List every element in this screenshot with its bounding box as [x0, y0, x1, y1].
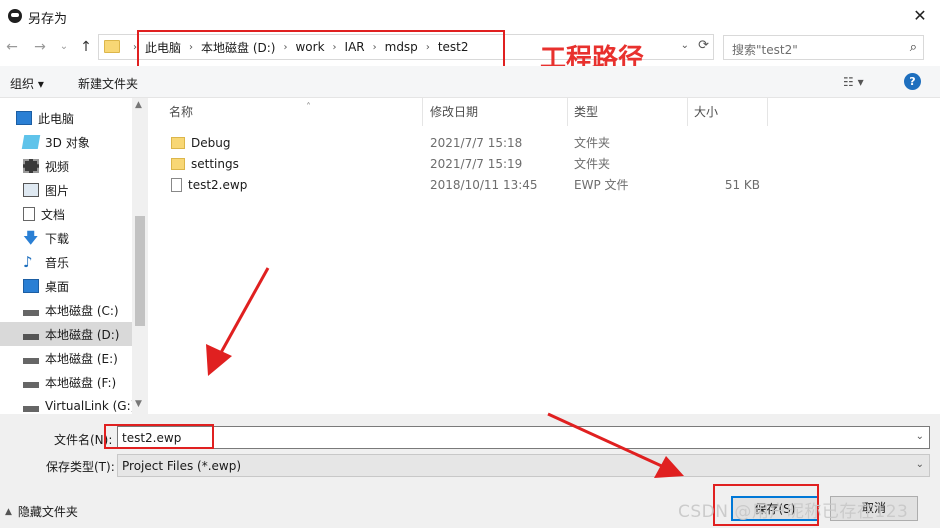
folder-icon — [171, 157, 185, 170]
file-type: 文件夹 — [574, 157, 611, 171]
file-row[interactable]: Debug 2021/7/7 15:18 文件夹 — [163, 132, 783, 153]
desktop-icon — [23, 279, 39, 293]
file-modified: 2018/10/11 13:45 — [430, 177, 538, 192]
address-dropdown-icon[interactable]: ⌄ — [681, 40, 689, 51]
chevron-down-icon[interactable]: ⌄ — [916, 459, 924, 470]
sidebar-item-label: 图片 — [45, 183, 70, 198]
forward-icon[interactable]: → — [30, 37, 50, 57]
sidebar-item-label: 下载 — [45, 231, 70, 246]
document-icon — [23, 207, 35, 221]
filename-highlight-box — [104, 424, 214, 449]
help-icon[interactable]: ? — [904, 73, 921, 90]
sidebar-scrollbar[interactable]: ▲ ▼ — [132, 98, 148, 414]
drive-icon — [23, 406, 39, 412]
search-placeholder: 搜索"test2" — [732, 43, 798, 57]
sidebar-item-label: 桌面 — [45, 279, 70, 294]
app-icon — [8, 9, 22, 23]
music-icon: ♪ — [23, 253, 33, 271]
search-icon: ⌕ — [909, 40, 917, 55]
file-type: EWP 文件 — [574, 178, 629, 192]
sort-ascending-icon: ˄ — [306, 102, 311, 113]
path-highlight-box — [137, 30, 505, 68]
sidebar-item-label: 音乐 — [45, 255, 70, 270]
sidebar-item-this-pc[interactable]: 此电脑 — [16, 106, 148, 130]
chevron-down-icon[interactable]: ⌄ — [916, 431, 924, 442]
hide-folders-label: 隐藏文件夹 — [17, 505, 78, 519]
file-row[interactable]: test2.ewp 2018/10/11 13:45 EWP 文件 51 KB — [163, 174, 783, 195]
history-dropdown-icon[interactable]: ⌄ — [54, 37, 74, 57]
sidebar-item-label: VirtualLink (G:) — [45, 399, 136, 413]
refresh-icon[interactable]: ⟳ — [698, 38, 709, 53]
column-header-size[interactable]: 大小 — [688, 98, 768, 126]
sidebar-item-label: 本地磁盘 (F:) — [45, 375, 117, 390]
drive-icon — [23, 358, 39, 364]
drive-icon — [23, 382, 39, 388]
organize-button[interactable]: 组织 ▾ — [10, 75, 44, 92]
filetype-select[interactable]: Project Files (*.ewp) ⌄ — [117, 454, 930, 477]
window-title: 另存为 — [28, 12, 68, 27]
hide-folders-toggle[interactable]: ▲ 隐藏文件夹 — [5, 503, 78, 520]
column-header-type[interactable]: 类型 — [568, 98, 688, 126]
computer-icon — [16, 111, 32, 125]
title-bar: 另存为 ✕ — [0, 0, 940, 32]
file-row[interactable]: settings 2021/7/7 15:19 文件夹 — [163, 153, 783, 174]
video-icon — [23, 159, 39, 173]
file-type: 文件夹 — [574, 136, 611, 150]
sidebar-item-label: 本地磁盘 (D:) — [45, 327, 120, 342]
scroll-down-icon[interactable]: ▼ — [135, 399, 142, 409]
document-icon — [171, 177, 182, 192]
close-icon[interactable]: ✕ — [908, 4, 932, 28]
file-modified: 2021/7/7 15:19 — [430, 156, 523, 171]
sidebar-item-label: 本地磁盘 (E:) — [45, 351, 118, 366]
folder-icon — [171, 136, 185, 149]
up-icon[interactable]: ↑ — [76, 37, 96, 57]
filetype-value: Project Files (*.ewp) — [122, 459, 242, 473]
filetype-label: 保存类型(T): — [46, 460, 115, 474]
sidebar-item-label: 文档 — [41, 207, 66, 222]
file-size: 51 KB — [724, 177, 760, 192]
sidebar-item-label: 本地磁盘 (C:) — [45, 303, 119, 318]
back-icon[interactable]: ← — [2, 37, 22, 57]
file-list: 名称 ˄ 修改日期 类型 大小 Debug 2021/7/7 15:18 文件夹… — [148, 98, 940, 414]
download-icon: 🡇 — [23, 229, 39, 247]
view-options-icon[interactable]: ☷ ▾ — [843, 75, 864, 89]
navigation-pane: 此电脑 3D 对象 视频 图片 文档 🡇 下载 ♪ 音乐 桌面 本地磁盘 (C:… — [0, 98, 148, 414]
column-header-name[interactable]: 名称 ˄ — [163, 98, 423, 126]
watermark-text: CSDN @用户昵称已存在123 — [678, 502, 909, 522]
column-header-modified[interactable]: 修改日期 — [424, 98, 568, 126]
command-bar: 组织 ▾ 新建文件夹 ☷ ▾ ? — [0, 66, 940, 98]
search-input[interactable]: 搜索"test2" ⌕ — [723, 35, 924, 60]
file-name: settings — [191, 156, 239, 171]
chevron-up-icon: ▲ — [5, 506, 12, 517]
file-name: Debug — [191, 135, 231, 150]
sidebar-item-label: 3D 对象 — [45, 135, 90, 150]
filename-input[interactable]: test2.ewp ⌄ — [117, 426, 930, 449]
sidebar-item-label: 此电脑 — [38, 111, 75, 126]
sidebar-item-drive-d[interactable]: 本地磁盘 (D:) — [0, 322, 132, 346]
folder-icon — [104, 40, 120, 53]
sidebar-item-label: 视频 — [45, 159, 70, 174]
scrollbar-thumb[interactable] — [135, 216, 145, 326]
drive-icon — [23, 334, 39, 340]
cube-icon — [21, 135, 41, 149]
column-header-label: 名称 — [169, 105, 194, 119]
drive-icon — [23, 310, 39, 316]
picture-icon — [23, 183, 39, 197]
file-name: test2.ewp — [188, 177, 248, 192]
scroll-up-icon[interactable]: ▲ — [135, 100, 142, 110]
new-folder-button[interactable]: 新建文件夹 — [78, 75, 138, 92]
file-modified: 2021/7/7 15:18 — [430, 135, 523, 150]
